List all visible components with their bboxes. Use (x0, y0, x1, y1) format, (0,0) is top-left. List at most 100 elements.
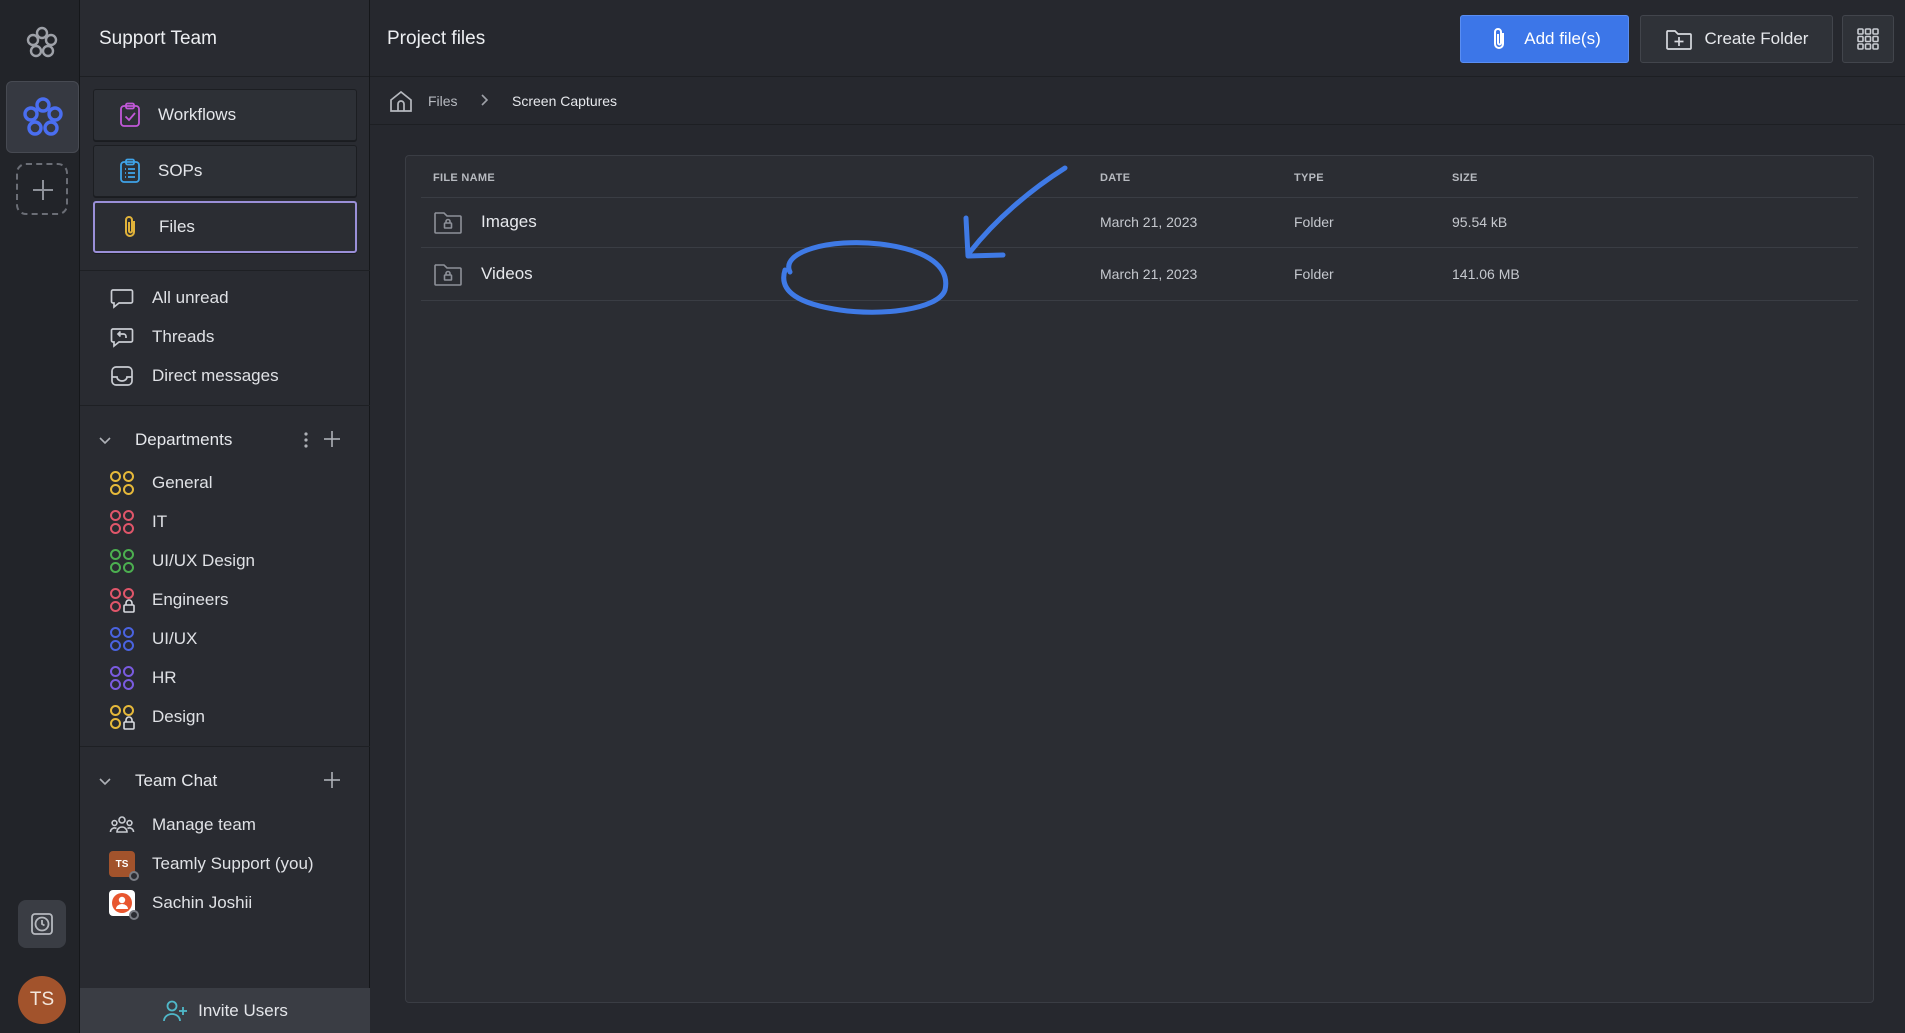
channel-group-icon (109, 665, 135, 691)
more-vertical-icon[interactable] (303, 430, 309, 455)
list-clipboard-icon (116, 157, 144, 185)
sidebar-item-label: IT (152, 512, 168, 531)
paperclip-icon (1488, 25, 1510, 53)
chevron-down-icon (97, 773, 117, 789)
button-label: Create Folder (1704, 29, 1809, 48)
sidebar-item-general[interactable]: General (109, 468, 212, 498)
nav-label: Workflows (158, 105, 237, 124)
sidebar-item-direct-messages[interactable]: Direct messages (109, 361, 279, 391)
column-header-date[interactable]: DATE (1100, 172, 1130, 184)
sidebar-item-design[interactable]: Design (109, 702, 205, 732)
sidebar-item-label: HR (152, 668, 177, 687)
sidebar-item-label: Engineers (152, 590, 229, 609)
sidebar-item-sachin-joshii[interactable]: Sachin Joshii (109, 888, 253, 920)
thread-reply-icon (109, 324, 135, 350)
sidebar-item-label: Design (152, 707, 205, 726)
sidebar-item-manage-team[interactable]: Manage team (109, 810, 256, 840)
departments-section-header[interactable]: Departments (97, 425, 357, 455)
nav-files[interactable]: Files (93, 201, 357, 253)
sidebar-item-uiux-design[interactable]: UI/UX Design (109, 546, 255, 576)
sidebar-item-label: Sachin Joshii (152, 893, 253, 912)
breadcrumb-files[interactable]: Files (428, 93, 458, 109)
chevron-down-icon (97, 432, 117, 448)
paperclip-icon (117, 213, 145, 241)
folder-plus-icon (1665, 27, 1693, 51)
channel-group-icon (109, 548, 135, 574)
column-header-type[interactable]: TYPE (1294, 172, 1324, 184)
nav-label: SOPs (158, 161, 203, 180)
team-chat-section-header[interactable]: Team Chat (97, 766, 357, 796)
section-title: Team Chat (135, 771, 218, 790)
invite-label: Invite Users (198, 1000, 288, 1020)
file-type: Folder (1294, 266, 1334, 282)
channel-group-icon (109, 509, 135, 535)
nav-workflows[interactable]: Workflows (93, 89, 357, 141)
add-chat-icon[interactable] (323, 771, 341, 794)
breadcrumb-screen-captures: Screen Captures (512, 93, 618, 109)
add-user-icon (162, 999, 188, 1023)
file-size: 95.54 kB (1452, 214, 1508, 230)
user-avatar[interactable]: TS (18, 976, 66, 1024)
locked-folder-icon (433, 209, 463, 235)
file-name[interactable]: Images (481, 212, 537, 232)
home-icon[interactable] (388, 89, 414, 113)
column-header-name[interactable]: FILE NAME (433, 172, 495, 184)
sidebar-item-hr[interactable]: HR (109, 663, 177, 693)
nav-label: Files (159, 217, 195, 236)
chat-bubble-icon (109, 285, 135, 311)
history-button[interactable] (18, 900, 66, 948)
workspace-switcher-active[interactable] (6, 81, 79, 153)
page-title: Project files (387, 28, 486, 49)
plus-icon (33, 180, 53, 200)
clock-icon (31, 913, 53, 935)
file-date: March 21, 2023 (1100, 266, 1198, 282)
sidebar: Support Team Workflows SOPs Files All un… (80, 0, 370, 1033)
team-name: Support Team (80, 0, 369, 77)
sidebar-item-teamly-support[interactable]: TS Teamly Support (you) (109, 849, 314, 881)
sidebar-item-engineers[interactable]: Engineers (109, 585, 229, 615)
sidebar-item-label: Threads (152, 327, 215, 346)
sidebar-item-label: Manage team (152, 815, 256, 834)
channel-group-icon (109, 470, 135, 496)
invite-users-button[interactable]: Invite Users (80, 988, 370, 1033)
table-row[interactable]: Images March 21, 2023 Folder 95.54 kB (421, 197, 1858, 247)
nav-sops[interactable]: SOPs (93, 145, 357, 197)
sidebar-item-label: General (152, 473, 213, 492)
topbar: Project files Add file(s) Create Folder (370, 0, 1905, 77)
workspace-rail: TS (0, 0, 80, 1033)
add-files-button[interactable]: Add file(s) (1460, 15, 1629, 63)
presence-indicator (129, 871, 139, 881)
sidebar-item-label: UI/UX (152, 629, 198, 648)
file-size: 141.06 MB (1452, 266, 1520, 282)
divider (80, 405, 370, 406)
file-type: Folder (1294, 214, 1334, 230)
sidebar-item-label: Direct messages (152, 366, 279, 385)
sidebar-item-it[interactable]: IT (109, 507, 167, 537)
sidebar-item-all-unread[interactable]: All unread (109, 283, 229, 313)
add-department-icon[interactable] (323, 430, 341, 455)
sidebar-item-label: UI/UX Design (152, 551, 255, 570)
sidebar-item-label: Teamly Support (you) (152, 854, 314, 873)
people-group-icon (109, 812, 135, 838)
section-title: Departments (135, 430, 233, 449)
sidebar-item-uiux[interactable]: UI/UX (109, 624, 197, 654)
sidebar-item-threads[interactable]: Threads (109, 322, 214, 352)
chevron-right-icon (478, 92, 490, 108)
divider (80, 746, 370, 747)
locked-channel-group-icon (109, 587, 135, 613)
table-header: FILE NAME DATE TYPE SIZE (406, 156, 1873, 198)
column-header-size[interactable]: SIZE (1452, 172, 1478, 184)
create-folder-button[interactable]: Create Folder (1640, 15, 1833, 63)
files-table: FILE NAME DATE TYPE SIZE Images March 21… (405, 155, 1874, 1003)
file-date: March 21, 2023 (1100, 214, 1198, 230)
table-row[interactable]: Videos March 21, 2023 Folder 141.06 MB (421, 247, 1858, 301)
main-content: Project files Add file(s) Create Folder (370, 0, 1905, 1033)
add-workspace-button[interactable] (16, 163, 68, 215)
locked-channel-group-icon (109, 704, 135, 730)
view-toggle-button[interactable] (1842, 15, 1894, 63)
channel-group-icon (109, 626, 135, 652)
sidebar-item-label: All unread (152, 288, 229, 307)
button-label: Add file(s) (1524, 29, 1601, 48)
file-name[interactable]: Videos (481, 264, 533, 284)
inbox-icon (109, 363, 135, 389)
